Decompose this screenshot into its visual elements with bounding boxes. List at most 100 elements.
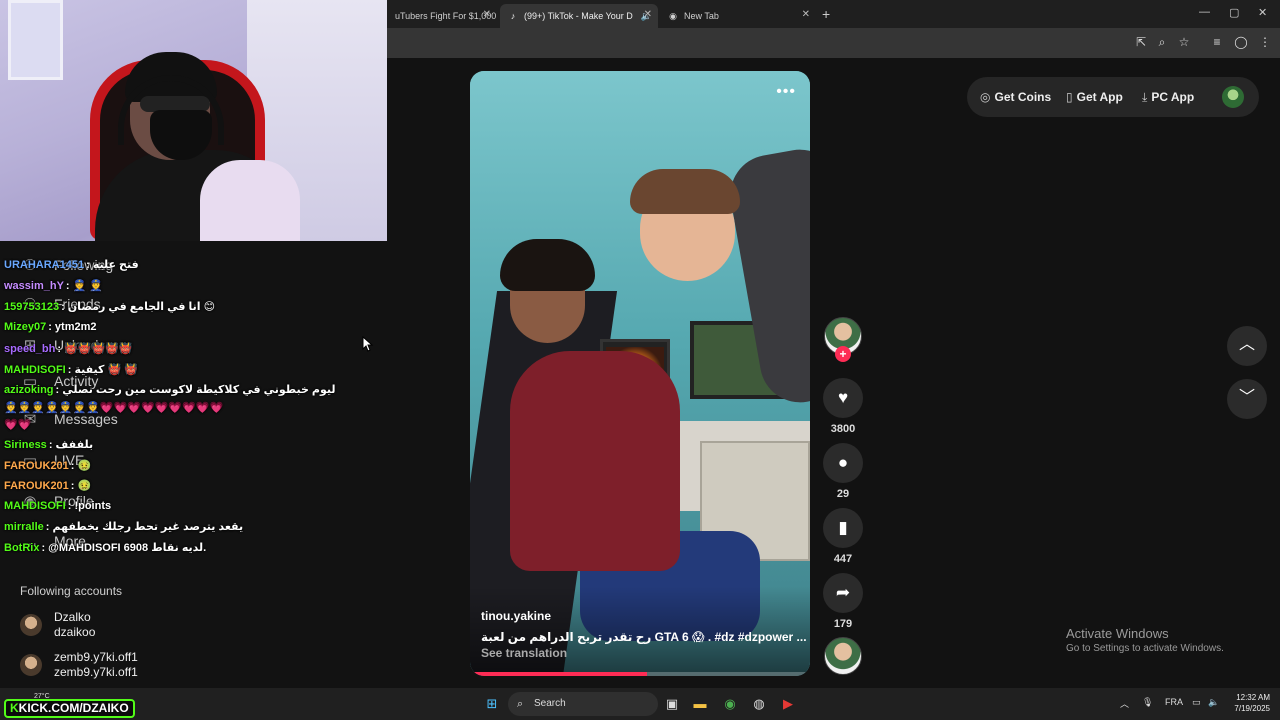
taskbar-clock[interactable]: 12:32 AM 7/19/2025 [1226,692,1270,714]
music-disc-avatar[interactable] [824,637,862,675]
language-indicator[interactable]: FRA [1165,697,1183,707]
windows-start-icon[interactable]: ⊞ [483,696,501,712]
close-tab-icon[interactable]: ✕ [802,9,810,20]
more-options-icon[interactable]: ••• [776,83,796,101]
following-account[interactable]: zemb9.y7ki.off1 zemb9.y7ki.off1 [20,650,138,680]
video-username[interactable]: tinou.yakine [481,609,551,623]
chat-text: : كيفية 👹 👹 [67,364,138,376]
microphone-icon[interactable]: 🎙 [1142,697,1153,708]
chat-username[interactable]: MAHDISOFI [4,364,66,376]
screen: uTubers Fight For $1,000 ✕ ♪ (99+) TikTo… [0,0,1280,720]
follow-plus-icon[interactable]: + [835,346,851,362]
chat-username[interactable]: FAROUK201 [4,480,69,492]
share-arrow-icon: ➦ [835,583,851,602]
volume-icon[interactable]: 🔈 [1208,697,1219,708]
account-display-name: Dzalko [54,610,91,624]
network-icon[interactable]: ▭ [1192,697,1201,708]
share-button[interactable]: ➦ [823,573,863,613]
account-handle: zemb9.y7ki.off1 [54,665,138,679]
close-window-icon[interactable]: ✕ [1258,6,1267,19]
video-caption: رح تقدر تربح الدراهم من لعبة GTA 6 😱 . #… [481,630,806,644]
watermark-subtitle: Go to Settings to activate Windows. [1066,643,1224,654]
clock-date: 7/19/2025 [1234,704,1270,713]
chat-text: : انا في الجامع في رمضان 😊 [61,301,216,313]
chat-text: : 👹👹👹👹👹 [57,343,133,355]
watermark-title: Activate Windows [1066,626,1169,641]
chat-username[interactable]: URAHARA1451 [4,259,84,271]
chat-username[interactable]: speed_bh [4,343,55,355]
cast-icon[interactable]: ⇱ [1133,35,1149,49]
previous-video-button[interactable]: ︿ [1227,326,1267,366]
chat-text: : 👮 👮 [65,280,104,292]
media-app-icon[interactable]: ▶ [779,696,797,712]
kick-url: KICK.COM/DZAIKO [18,701,129,715]
zoom-icon[interactable]: ⌕ [1154,35,1170,50]
save-count: 447 [833,553,853,565]
tray-chevron-icon[interactable]: ︿ [1120,697,1129,710]
see-translation-link[interactable]: See translation [481,646,567,660]
video-progress[interactable] [470,672,810,676]
video-player[interactable]: ••• tinou.yakine رح تقدر تربح الدراهم من… [470,71,810,676]
chat-text: : 🤢 [70,460,92,472]
chat-text: : !points [67,500,112,512]
chat-username[interactable]: Mizey07 [4,321,46,333]
next-video-button[interactable]: ﹀ [1227,379,1267,419]
chat-text: 💗💗 [4,419,32,431]
chat-username[interactable]: BotRix [4,542,39,554]
chat-username[interactable]: Siriness [4,439,47,451]
chat-message: azizoking: ليوم خبطوني في كلاكيطة لاكوست… [4,383,336,396]
media-icon[interactable]: ≡ [1209,35,1225,49]
chrome-taskbar-icon[interactable]: ◉ [721,696,739,712]
minimize-icon[interactable]: — [1199,6,1210,18]
chat-username[interactable]: 159753123 [4,301,59,313]
bookmark-icon: ▮ [838,518,848,537]
chat-message: mirralle: يقعد يترصد غير تحط رجلك يخطفهم [4,520,243,533]
webcam-overlay [0,0,387,241]
chat-username[interactable]: mirralle [4,521,44,533]
taskbar-search[interactable]: ⌕ Search [508,692,658,716]
chat-message: wassim_hY: 👮 👮 [4,279,103,292]
chat-message: 👮👮👮👮👮👮👮💗💗💗💗💗💗💗💗💗 [4,401,223,414]
new-tab-button[interactable]: + [822,6,830,22]
chat-username[interactable]: wassim_hY [4,280,64,292]
share-count: 179 [833,618,853,630]
user-avatar[interactable] [1222,86,1244,108]
chat-username[interactable]: FAROUK201 [4,460,69,472]
comment-button[interactable]: ● [823,443,863,483]
file-explorer-icon[interactable]: ▬ [691,696,709,712]
chat-username[interactable]: MAHDISOFI [4,500,66,512]
chat-text: : بلففف [48,439,94,451]
comment-icon: ● [837,453,849,472]
chat-message: FAROUK201: 🤢 [4,459,91,472]
chat-message: 159753123: انا في الجامع في رمضان 😊 [4,300,215,313]
like-button[interactable]: ♥ [823,378,863,418]
chat-message: Siriness: بلففف [4,438,93,451]
following-accounts-title: Following accounts [20,584,123,598]
bookmark-star-icon[interactable]: ☆ [1176,35,1192,49]
browser-tab-active[interactable]: ♪ (99+) TikTok - Make Your D 🔈 ✕ [500,4,658,28]
chat-username[interactable]: azizoking [4,384,54,396]
app-icon[interactable]: ◍ [750,696,768,712]
task-view-icon[interactable]: ▣ [663,696,681,712]
clock-time: 12:32 AM [1236,693,1270,702]
chat-message: FAROUK201: 🤢 [4,479,91,492]
kick-logo: K [10,701,19,715]
chat-text: : يقعد يترصد غير تحط رجلك يخطفهم [45,521,244,533]
heart-icon: ♥ [837,388,849,407]
comment-count: 29 [836,488,850,500]
following-account[interactable]: Dzalko dzaikoo [20,610,95,640]
chat-message: URAHARA1451: فتح عليه [4,258,139,271]
browser-tab[interactable]: uTubers Fight For $1,000 ✕ [387,4,497,28]
profile-icon[interactable]: ◯ [1233,35,1249,49]
get-coins-label: Get Coins [994,90,1052,104]
browser-tab[interactable]: ◉ New Tab ✕ [660,4,816,28]
chat-text: : فتح عليه [86,259,139,271]
restore-icon[interactable]: ▢ [1229,6,1239,19]
save-button[interactable]: ▮ [823,508,863,548]
menu-icon[interactable]: ⋮ [1257,35,1273,49]
close-tab-icon[interactable]: ✕ [483,9,491,20]
get-app-button[interactable]: ▯ Get App [1066,90,1123,104]
close-tab-icon[interactable]: ✕ [644,9,652,20]
pc-app-button[interactable]: ⤓ PC App [1142,90,1194,105]
get-coins-button[interactable]: ◎ Get Coins [980,90,1051,104]
